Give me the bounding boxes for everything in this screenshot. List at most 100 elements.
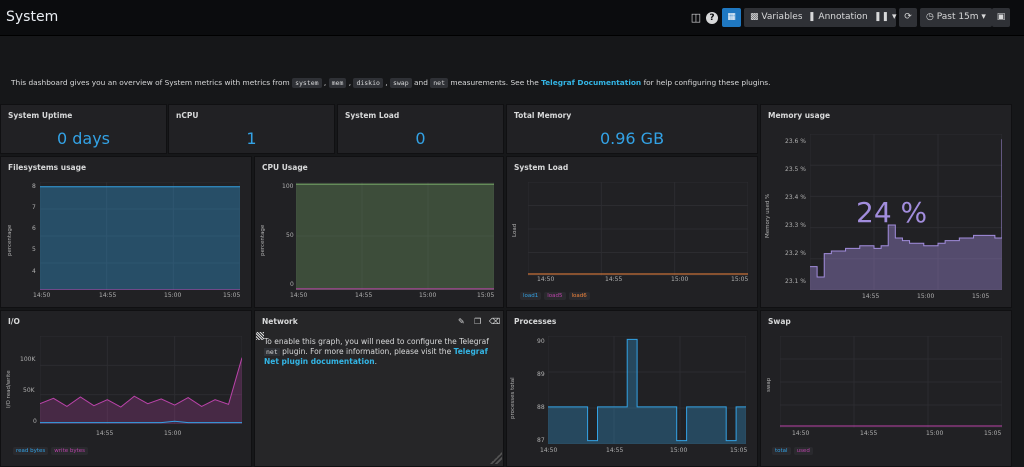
y-axis-label: percentage (7, 224, 13, 256)
top-bar: System ◫ ? ▦ ▩ Variables ❚ Annotations ❚… (0, 0, 1024, 36)
y-tick: 50K (23, 387, 35, 394)
legend: total used (772, 447, 816, 455)
panel-title[interactable]: System Load (514, 163, 568, 172)
write-bytes-series-area (40, 357, 242, 424)
network-message: To enable this graph, you will need to c… (264, 337, 489, 366)
x-tick: 14:50 (290, 292, 308, 299)
x-tick: 15:05 (731, 276, 749, 283)
expand-icon: ▣ (996, 12, 1006, 22)
trash-icon[interactable]: ⌫ (489, 317, 500, 326)
x-tick: 14:50 (792, 430, 810, 437)
y-tick: 7 (32, 204, 36, 211)
x-tick: 14:55 (606, 447, 624, 454)
panel-title[interactable]: System Uptime (8, 111, 72, 120)
x-tick: 15:00 (670, 447, 688, 454)
y-tick: 23.5 % (785, 166, 806, 173)
y-tick: 100 (282, 183, 294, 190)
pause-button[interactable]: ❚❚ ▾ (868, 8, 896, 27)
panel-network: Network (254, 310, 504, 467)
stat-value: 1 (246, 129, 257, 148)
x-tick: 14:50 (540, 447, 558, 454)
x-tick: 15:00 (926, 430, 944, 437)
x-tick: 15:05 (984, 430, 1002, 437)
legend-item[interactable]: load5 (544, 292, 566, 300)
io-chart (40, 336, 242, 424)
swap-chart (780, 336, 1002, 428)
y-tick: 23.6 % (785, 138, 806, 145)
y-tick: 50 (286, 232, 294, 239)
processes-series-area (548, 339, 746, 444)
panel-title[interactable]: Filesystems usage (8, 163, 86, 172)
y-tick: 87 (537, 437, 545, 444)
x-tick: 15:05 (223, 292, 241, 299)
legend-item[interactable]: total (772, 447, 791, 455)
system-load-chart (528, 182, 748, 276)
memory-usage-value: 24 % (856, 196, 928, 229)
dashboard-title[interactable]: System (6, 9, 58, 25)
panel-title[interactable]: Processes (514, 317, 556, 326)
y-tick: 0 (290, 281, 294, 288)
legend-item[interactable]: load1 (520, 292, 542, 300)
panel-title[interactable]: Total Memory (514, 111, 571, 120)
pin-icon: ❚ (808, 12, 819, 22)
panel-title[interactable]: I/O (8, 317, 20, 326)
panel-title[interactable]: nCPU (176, 111, 198, 120)
refresh-icon: ⟳ (904, 12, 912, 22)
y-axis-label: Load (512, 223, 518, 237)
time-range-button[interactable]: ◷ Past 15m ▾ (920, 8, 992, 27)
resize-handle[interactable] (490, 452, 502, 464)
panel-system-load-stat: System Load 0 (337, 104, 504, 154)
y-axis-label: processes total (510, 377, 516, 419)
x-tick: 14:50 (33, 292, 51, 299)
x-tick: 15:00 (419, 292, 437, 299)
variables-button[interactable]: ▩ Variables (744, 8, 809, 27)
filesystem-series-area (40, 186, 240, 290)
panel-system-uptime: System Uptime 0 days (0, 104, 167, 154)
x-tick: 15:00 (917, 293, 935, 300)
help-icon[interactable]: ? (706, 12, 718, 24)
processes-chart (548, 336, 746, 444)
cpu-idle-series-area (296, 184, 494, 290)
legend-item[interactable]: used (793, 447, 813, 455)
y-tick: 88 (537, 404, 545, 411)
filesystems-chart (40, 182, 240, 290)
fullscreen-button[interactable]: ▣ (992, 8, 1010, 27)
annotations-button[interactable]: ❚ Annotations (802, 8, 879, 27)
legend: load1 load5 load6 (520, 292, 593, 300)
legend: read bytes write bytes (13, 447, 91, 455)
panel-title[interactable]: CPU Usage (262, 163, 308, 172)
panel-ncpu: nCPU 1 (168, 104, 335, 154)
panel-title[interactable]: Memory usage (768, 111, 830, 120)
edit-icon[interactable]: ✎ (458, 317, 465, 326)
x-tick: 14:55 (96, 430, 114, 437)
stat-value: 0 (415, 129, 426, 148)
panel-title[interactable]: System Load (345, 111, 399, 120)
duplicate-icon[interactable]: ❐ (474, 317, 481, 326)
cube-icon: ▩ (750, 12, 762, 22)
legend-item[interactable]: load6 (568, 292, 590, 300)
database-icon[interactable]: ◫ (688, 10, 704, 26)
y-tick: 8 (32, 183, 36, 190)
y-tick: 90 (537, 338, 545, 345)
y-tick: 89 (537, 371, 545, 378)
y-tick: 100K (20, 356, 36, 363)
add-panel-button[interactable]: ▦ (722, 8, 741, 27)
y-axis-label: percentage (260, 224, 266, 256)
x-tick: 14:55 (862, 293, 880, 300)
y-tick: 23.2 % (785, 250, 806, 257)
x-tick: 14:55 (605, 276, 623, 283)
stat-value: 0.96 GB (599, 129, 665, 148)
y-tick: 23.4 % (785, 194, 806, 201)
legend-item[interactable]: read bytes (13, 447, 49, 455)
panel-title[interactable]: Swap (768, 317, 791, 326)
refresh-button[interactable]: ⟳ (899, 8, 917, 27)
legend-item[interactable]: write bytes (51, 447, 89, 455)
x-tick: 15:05 (477, 292, 495, 299)
x-tick: 15:00 (164, 430, 182, 437)
x-tick: 14:50 (537, 276, 555, 283)
telegraf-docs-link[interactable]: Telegraf Documentation (541, 78, 641, 87)
y-tick: 23.3 % (785, 222, 806, 229)
cpu-chart (296, 182, 494, 290)
x-tick: 14:55 (355, 292, 373, 299)
panel-title[interactable]: Network (262, 317, 298, 326)
